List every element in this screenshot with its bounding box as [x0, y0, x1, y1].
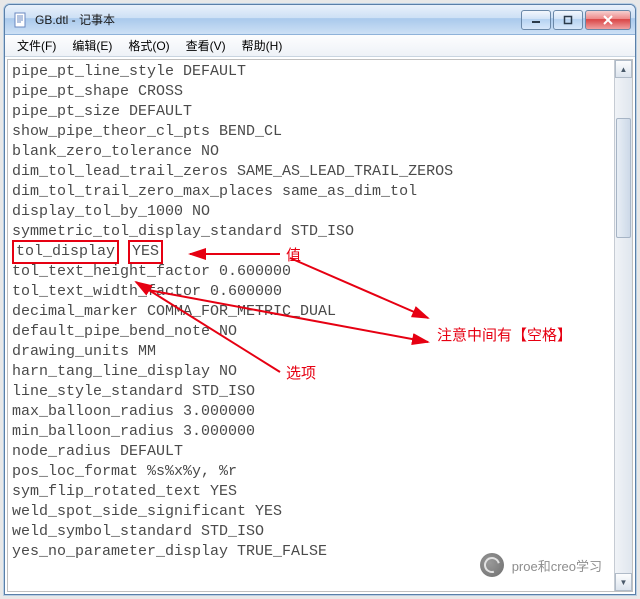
text-line: weld_spot_side_significant YES [12, 502, 608, 522]
menu-file[interactable]: 文件(F) [9, 35, 64, 56]
window-title: GB.dtl - 记事本 [35, 11, 521, 28]
text-line: blank_zero_tolerance NO [12, 142, 608, 162]
text-line: line_style_standard STD_ISO [12, 382, 608, 402]
text-line: weld_symbol_standard STD_ISO [12, 522, 608, 542]
text-line: harn_tang_line_display NO [12, 362, 608, 382]
vertical-scrollbar[interactable]: ▲ ▼ [614, 60, 632, 591]
notepad-window: GB.dtl - 记事本 文件(F) 编辑(E) 格式(O) 查看(V) 帮助(… [4, 4, 636, 595]
watermark-text: proe和creo学习 [512, 556, 602, 575]
text-line: default_pipe_bend_note NO [12, 322, 608, 342]
text-line: min_balloon_radius 3.000000 [12, 422, 608, 442]
maximize-button[interactable] [553, 10, 583, 30]
scroll-track[interactable] [615, 78, 632, 573]
content-area: pipe_pt_line_style DEFAULTpipe_pt_shape … [7, 59, 633, 592]
scroll-thumb[interactable] [616, 118, 631, 238]
menu-help[interactable]: 帮助(H) [234, 35, 291, 56]
text-line: pipe_pt_size DEFAULT [12, 102, 608, 122]
highlight-key: tol_display [12, 240, 119, 264]
close-button[interactable] [585, 10, 631, 30]
scroll-down-button[interactable]: ▼ [615, 573, 632, 591]
text-line: node_radius DEFAULT [12, 442, 608, 462]
menu-view[interactable]: 查看(V) [178, 35, 234, 56]
notepad-icon [13, 12, 29, 28]
text-line: pipe_pt_shape CROSS [12, 82, 608, 102]
titlebar[interactable]: GB.dtl - 记事本 [5, 5, 635, 35]
text-line: tol_display YES [12, 242, 608, 262]
text-line: dim_tol_lead_trail_zeros SAME_AS_LEAD_TR… [12, 162, 608, 182]
window-controls [521, 10, 631, 30]
text-content[interactable]: pipe_pt_line_style DEFAULTpipe_pt_shape … [8, 60, 612, 591]
text-line: max_balloon_radius 3.000000 [12, 402, 608, 422]
minimize-button[interactable] [521, 10, 551, 30]
scroll-up-button[interactable]: ▲ [615, 60, 632, 78]
text-line: show_pipe_theor_cl_pts BEND_CL [12, 122, 608, 142]
watermark-icon [480, 553, 504, 577]
text-line: display_tol_by_1000 NO [12, 202, 608, 222]
menu-edit[interactable]: 编辑(E) [64, 35, 120, 56]
text-line: symmetric_tol_display_standard STD_ISO [12, 222, 608, 242]
text-line: pos_loc_format %s%x%y, %r [12, 462, 608, 482]
text-line: decimal_marker COMMA_FOR_METRIC_DUAL [12, 302, 608, 322]
text-line: tol_text_height_factor 0.600000 [12, 262, 608, 282]
text-line: pipe_pt_line_style DEFAULT [12, 62, 608, 82]
menubar: 文件(F) 编辑(E) 格式(O) 查看(V) 帮助(H) [5, 35, 635, 57]
text-line: dim_tol_trail_zero_max_places same_as_di… [12, 182, 608, 202]
watermark: proe和creo学习 [480, 553, 602, 577]
text-line: sym_flip_rotated_text YES [12, 482, 608, 502]
text-line: drawing_units MM [12, 342, 608, 362]
text-line: tol_text_width_factor 0.600000 [12, 282, 608, 302]
menu-format[interactable]: 格式(O) [120, 35, 177, 56]
highlight-value: YES [128, 240, 163, 264]
